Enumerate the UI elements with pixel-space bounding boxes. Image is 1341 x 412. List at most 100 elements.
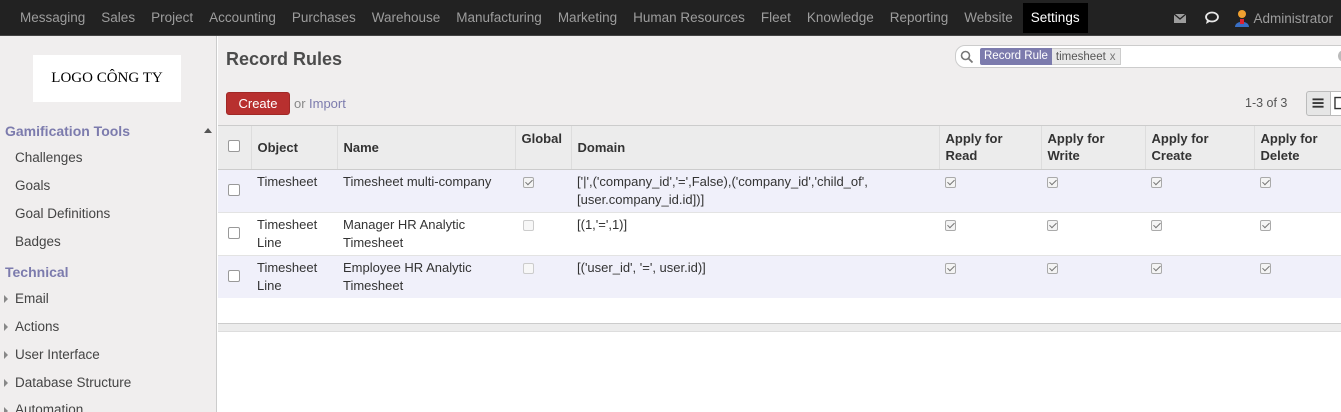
expand-arrow-icon[interactable] (4, 407, 8, 412)
facet-value-text: timesheet (1055, 51, 1106, 63)
menu-manufacturing[interactable]: Manufacturing (448, 3, 550, 33)
create-checkbox (1151, 262, 1162, 274)
import-link[interactable]: Import (309, 96, 346, 111)
sidebar-item-automation[interactable]: Automation (15, 402, 83, 412)
table-row[interactable]: Timesheet Line Manager HR Analytic Timeshe… (218, 212, 1341, 256)
search-facet[interactable]: Record Rule timesheet x (980, 48, 1121, 65)
sidebar: LOGO CÔNG TY Gamification Tools Challeng… (0, 36, 217, 412)
row-select-cell (218, 255, 251, 299)
menu-fleet[interactable]: Fleet (753, 3, 799, 33)
menu-project[interactable]: Project (143, 3, 201, 33)
company-logo: LOGO CÔNG TY (33, 55, 181, 102)
menu-accounting[interactable]: Accounting (201, 3, 284, 33)
expand-arrow-icon[interactable] (4, 351, 8, 359)
cell-domain-line1: [('user_id', '=', user.id)] (577, 259, 706, 275)
column-header-read[interactable]: Apply for Read (939, 126, 1042, 170)
pager-value[interactable]: 1-3 of 3 (1245, 96, 1287, 110)
row-select-checkbox[interactable] (228, 269, 240, 282)
cell-domain: [(1,'=',1)] (571, 212, 939, 256)
column-header-create[interactable]: Apply for Create (1145, 126, 1255, 170)
cell-object-line2: Line (257, 277, 282, 293)
cell-global (515, 169, 571, 213)
cell-delete (1254, 212, 1341, 256)
sidebar-item-goal-definitions[interactable]: Goal Definitions (15, 206, 110, 221)
sidebar-item-challenges[interactable]: Challenges (15, 150, 83, 165)
list-view-icon (1312, 98, 1324, 108)
facet-value: timesheet x (1051, 48, 1121, 65)
sidebar-item-user-interface[interactable]: User Interface (15, 347, 100, 362)
column-header-name[interactable]: Name (337, 126, 516, 170)
header-write-line2: Write (1047, 148, 1080, 164)
row-select-checkbox[interactable] (228, 183, 240, 196)
table-empty-row (218, 298, 1341, 324)
menu-purchases[interactable]: Purchases (284, 3, 364, 33)
menu-sales[interactable]: Sales (93, 3, 143, 33)
column-header-global[interactable]: Global (515, 126, 572, 170)
column-header-object[interactable]: Object (251, 126, 338, 170)
cell-write (1041, 169, 1145, 213)
cell-domain-line2: [user.company_id.id])] (577, 191, 705, 207)
create-checkbox (1151, 176, 1162, 188)
cell-object: Timesheet Line (251, 212, 337, 256)
user-menu[interactable]: Administrator (1234, 9, 1341, 27)
facet-category: Record Rule (980, 48, 1052, 65)
row-select-checkbox[interactable] (228, 226, 240, 239)
header-delete-line1: Apply for (1260, 131, 1318, 147)
table-row[interactable]: Timesheet Line Employee HR Analytic Timesh… (218, 255, 1341, 299)
form-view-button[interactable] (1331, 91, 1341, 116)
menu-reporting[interactable]: Reporting (882, 3, 957, 33)
expand-arrow-icon[interactable] (4, 379, 8, 387)
cell-create (1145, 255, 1254, 299)
sidebar-section-technical[interactable]: Technical (5, 264, 69, 280)
sidebar-item-actions[interactable]: Actions (15, 319, 59, 334)
user-name: Administrator (1253, 10, 1333, 26)
mail-icon[interactable] (1172, 11, 1188, 25)
cell-name: Timesheet multi-company (337, 169, 515, 213)
header-read-line2: Read (945, 148, 978, 164)
column-header-domain[interactable]: Domain (571, 126, 940, 170)
table-footer (218, 324, 1341, 332)
list-view-button[interactable] (1306, 91, 1331, 116)
sidebar-item-email[interactable]: Email (15, 291, 49, 306)
sidebar-item-database-structure[interactable]: Database Structure (15, 375, 131, 390)
menu-messaging[interactable]: Messaging (12, 3, 93, 33)
menu-knowledge[interactable]: Knowledge (799, 3, 882, 33)
delete-checkbox (1260, 176, 1271, 188)
expand-arrow-icon[interactable] (4, 323, 8, 331)
menu-warehouse[interactable]: Warehouse (364, 3, 449, 33)
expand-arrow-icon[interactable] (4, 295, 8, 303)
row-select-cell (218, 212, 251, 256)
write-checkbox (1047, 262, 1058, 274)
write-checkbox (1047, 176, 1058, 188)
sidebar-item-badges[interactable]: Badges (15, 234, 61, 249)
cell-read (939, 169, 1041, 213)
cell-delete (1254, 255, 1341, 299)
delete-checkbox (1260, 262, 1271, 274)
or-text: or (294, 96, 306, 111)
cell-name-line2: Timesheet (343, 234, 404, 250)
menu-website[interactable]: Website (956, 3, 1021, 33)
menu-marketing[interactable]: Marketing (550, 3, 625, 33)
sidebar-item-goals[interactable]: Goals (15, 178, 50, 193)
cell-read (939, 255, 1041, 299)
cell-object-line1: Timesheet (257, 173, 318, 189)
collapse-caret-icon[interactable] (204, 128, 212, 133)
cell-global (515, 212, 571, 256)
table-row[interactable]: Timesheet Timesheet multi-company ['|',(… (218, 169, 1341, 213)
cell-domain-line1: [(1,'=',1)] (577, 216, 628, 232)
search-icon (960, 50, 974, 64)
page-title: Record Rules (226, 49, 343, 69)
read-checkbox (945, 176, 956, 188)
select-all-checkbox[interactable] (228, 139, 240, 152)
facet-remove-icon[interactable]: x (1110, 51, 1116, 63)
column-header-delete[interactable]: Apply for Delete (1254, 126, 1341, 170)
create-button[interactable]: Create (226, 92, 290, 115)
search-input[interactable]: Record Rule timesheetx × (955, 45, 1341, 68)
sidebar-section-gamification[interactable]: Gamification Tools (5, 123, 130, 139)
column-header-write[interactable]: Apply for Write (1041, 126, 1146, 170)
chat-icon[interactable] (1204, 11, 1220, 25)
menu-settings[interactable]: Settings (1022, 3, 1088, 33)
cell-name-line1: Employee HR Analytic (343, 259, 472, 275)
read-checkbox (945, 219, 956, 231)
menu-human-resources[interactable]: Human Resources (625, 3, 753, 33)
